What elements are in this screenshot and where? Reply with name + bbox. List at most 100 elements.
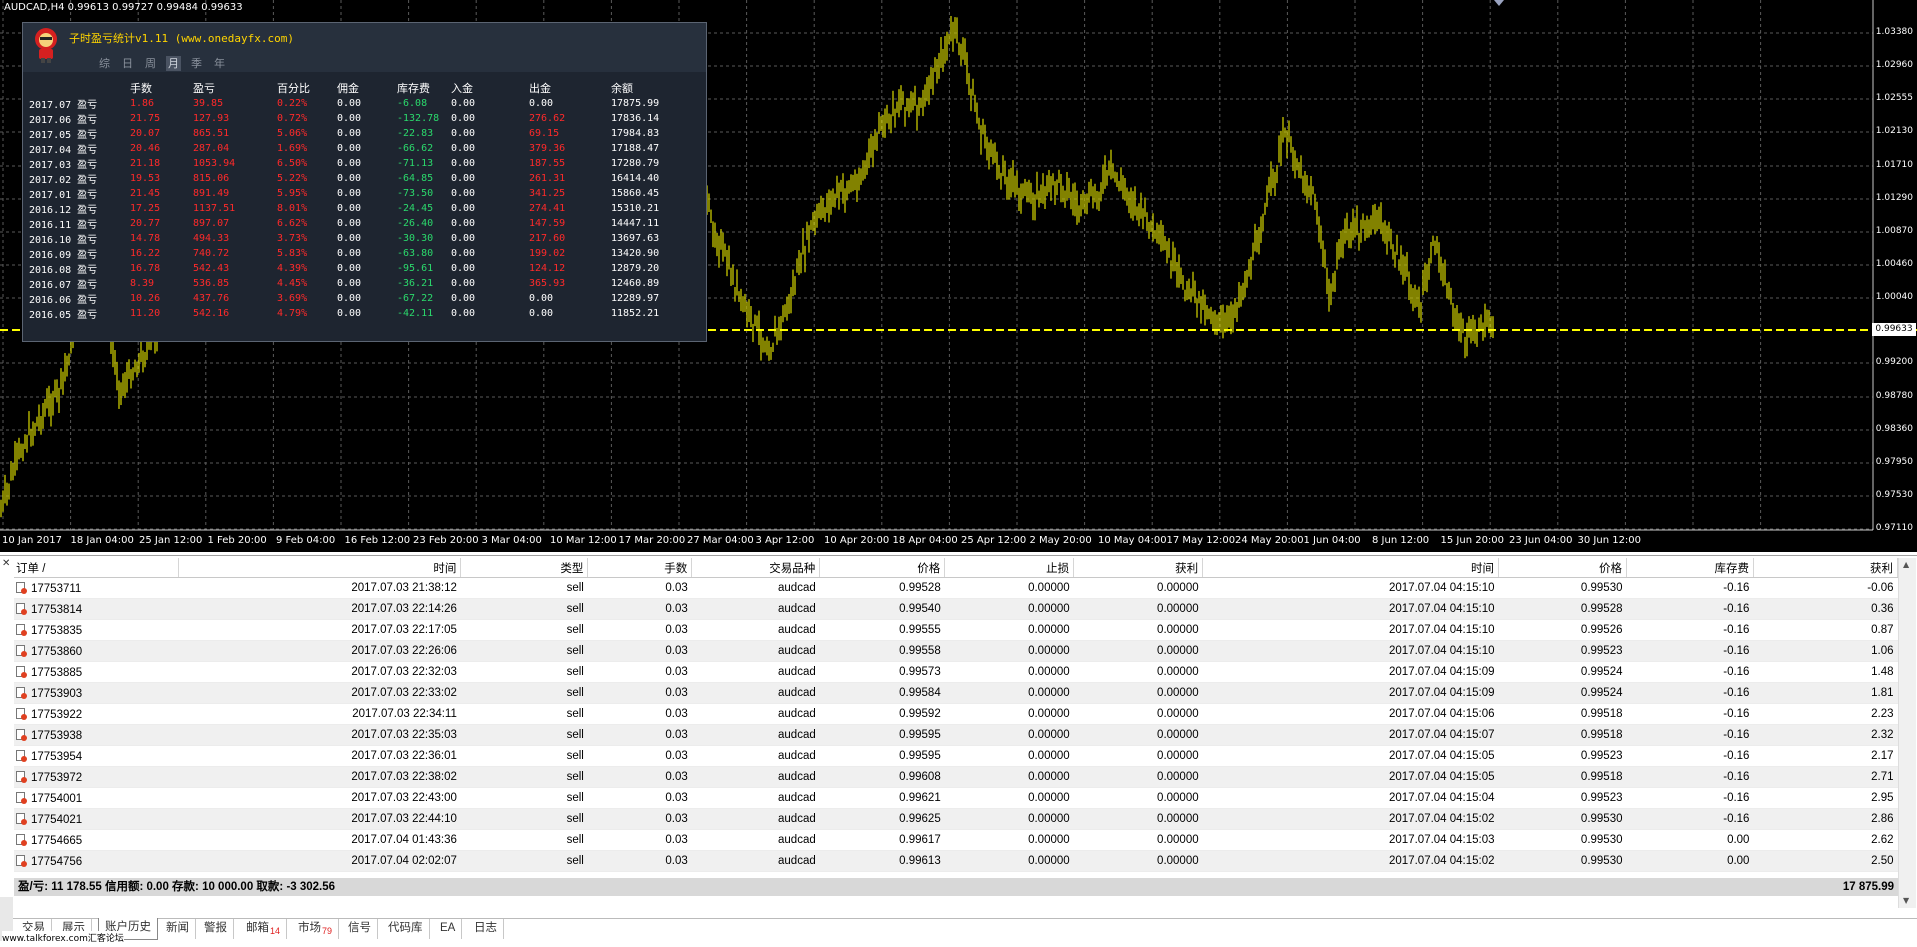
history-cell: 0.03	[587, 619, 692, 641]
period-tab[interactable]: 季	[189, 56, 204, 71]
price-axis-label: 0.99200	[1875, 357, 1913, 367]
stats-cell: 0.72%	[277, 113, 308, 124]
history-row[interactable]: 17753972 2017.07.03 22:38:02 sell 0.03 audca…	[14, 766, 1898, 788]
column-header[interactable]: 时间	[1202, 558, 1500, 578]
column-header[interactable]: 价格	[819, 558, 946, 578]
history-cell: 0.03	[587, 724, 692, 746]
period-tab[interactable]: 年	[212, 56, 227, 71]
history-row[interactable]: 17753922 2017.07.03 22:34:11 sell 0.03 audca…	[14, 703, 1898, 725]
history-cell: 0.00000	[1073, 682, 1203, 704]
stats-cell: 8.39	[130, 278, 155, 289]
history-row[interactable]: 17753835 2017.07.03 22:17:05 sell 0.03 audca…	[14, 619, 1898, 641]
history-cell: 0.00000	[1073, 577, 1203, 599]
terminal-tab[interactable]: 代码库	[382, 919, 430, 939]
column-header[interactable]: 止损	[944, 558, 1075, 578]
history-row[interactable]: 17754021 2017.07.03 22:44:10 sell 0.03 audca…	[14, 808, 1898, 830]
history-row[interactable]: 17753711 2017.07.03 21:38:12 sell 0.03 audca…	[14, 577, 1898, 599]
history-cell: 2017.07.04 04:15:07	[1202, 724, 1499, 746]
close-terminal-icon[interactable]: ✕	[2, 558, 10, 569]
column-header[interactable]: 获利	[1073, 558, 1204, 578]
scroll-down-icon[interactable]: ▼	[1903, 896, 1909, 905]
stats-cell: -71.13	[397, 158, 434, 169]
history-row[interactable]: 17754665 2017.07.04 01:43:36 sell 0.03 audca…	[14, 829, 1898, 851]
stats-row: 2016.07 盈亏 8.39 536.85 4.45% 0.00 -36.21 0.00 3…	[29, 276, 681, 291]
terminal-tab[interactable]: 市场79	[292, 919, 340, 939]
stats-cell: 0.00	[451, 293, 476, 304]
history-row[interactable]: 17753903 2017.07.03 22:33:02 sell 0.03 audca…	[14, 682, 1898, 704]
stats-cell: 5.95%	[277, 188, 308, 199]
column-header[interactable]: 价格	[1498, 558, 1627, 578]
history-cell: 0.99524	[1498, 682, 1627, 704]
history-cell: 0.00000	[944, 850, 1074, 872]
history-cell: 0.00	[1626, 850, 1754, 872]
history-cell: audcad	[691, 640, 820, 662]
column-header[interactable]: 库存费	[1626, 558, 1754, 578]
history-cell: 0.00000	[1073, 745, 1203, 767]
scroll-up-icon[interactable]: ▲	[1903, 560, 1909, 569]
stats-row: 2016.08 盈亏 16.78 542.43 4.39% 0.00 -95.61 0.00…	[29, 261, 681, 276]
price-axis-label: 1.01290	[1875, 193, 1913, 203]
stats-cell: -67.22	[397, 293, 434, 304]
stats-cell: 0.00	[337, 188, 362, 199]
period-tab[interactable]: 周	[143, 56, 158, 71]
price-axis-label: 1.00870	[1875, 226, 1913, 236]
stats-cell: 14.78	[130, 233, 161, 244]
stats-cell: 2017.02 盈亏	[29, 175, 98, 186]
terminal-tab[interactable]: 新闻	[160, 919, 196, 939]
period-tab[interactable]: 日	[120, 56, 135, 71]
period-tab[interactable]: 月	[166, 56, 181, 71]
history-row[interactable]: 17754756 2017.07.04 02:02:07 sell 0.03 audca…	[14, 850, 1898, 872]
column-header[interactable]: 手数	[587, 558, 693, 578]
price-axis-label: 1.00460	[1875, 259, 1913, 269]
terminal-tab[interactable]: 邮箱14	[240, 919, 288, 939]
price-chart[interactable]: AUDCAD,H4 0.99613 0.99727 0.99484 0.9963…	[0, 0, 1917, 552]
history-cell: 0.03	[587, 745, 692, 767]
terminal-tab[interactable]: 警报	[198, 919, 234, 939]
period-tab[interactable]: 综	[97, 56, 112, 71]
history-row[interactable]: 17754001 2017.07.03 22:43:00 sell 0.03 audca…	[14, 787, 1898, 809]
stats-cell: 261.31	[529, 173, 566, 184]
time-axis-label: 10 May 04:00	[1098, 535, 1167, 546]
time-axis-label: 10 Mar 12:00	[550, 535, 617, 546]
history-cell: 2017.07.03 22:32:03	[178, 661, 461, 683]
column-header[interactable]: 获利	[1753, 558, 1899, 578]
history-cell: 0.00000	[944, 745, 1074, 767]
scroll-marker-icon[interactable]	[1494, 0, 1504, 6]
terminal-tab[interactable]: 信号	[342, 919, 378, 939]
order-id: 17753711	[31, 582, 82, 595]
vertical-scrollbar[interactable]: ▲ ▼	[1898, 558, 1916, 908]
history-row[interactable]: 17753954 2017.07.03 22:36:01 sell 0.03 audca…	[14, 745, 1898, 767]
history-cell: 0.99595	[819, 724, 945, 746]
history-cell: 2017.07.03 22:36:01	[178, 745, 461, 767]
order-cell: 17753903	[14, 682, 179, 704]
terminal-tab[interactable]: EA	[434, 919, 463, 939]
time-axis-label: 8 Jun 12:00	[1372, 535, 1430, 546]
history-cell: 2017.07.04 04:15:10	[1202, 619, 1499, 641]
history-row[interactable]: 17753938 2017.07.03 22:35:03 sell 0.03 audca…	[14, 724, 1898, 746]
column-header[interactable]: 交易品种	[691, 558, 821, 578]
profit-stats-panel[interactable]: 子时盈亏统计v1.11 (www.onedayfx.com) 综日周月季年 手数…	[22, 22, 707, 342]
history-cell: 0.00000	[944, 640, 1074, 662]
history-cell: 0.36	[1753, 598, 1898, 620]
stats-cell: 217.60	[529, 233, 566, 244]
column-header[interactable]: 订单 /	[14, 558, 180, 578]
history-cell: 0.99595	[819, 745, 945, 767]
stats-cell: 0.00	[337, 278, 362, 289]
history-cell: 2017.07.04 04:15:10	[1202, 577, 1499, 599]
history-cell: 2017.07.04 04:15:10	[1202, 640, 1499, 662]
column-header[interactable]: 时间	[178, 558, 462, 578]
history-row[interactable]: 17753814 2017.07.03 22:14:26 sell 0.03 audca…	[14, 598, 1898, 620]
price-axis-label: 1.02555	[1875, 93, 1913, 103]
history-cell: -0.16	[1626, 577, 1754, 599]
order-id: 17754001	[31, 792, 83, 805]
order-cell: 17754001	[14, 787, 179, 809]
history-cell: 2017.07.03 22:33:02	[178, 682, 461, 704]
history-row[interactable]: 17753885 2017.07.03 22:32:03 sell 0.03 audca…	[14, 661, 1898, 683]
history-cell: -0.16	[1626, 766, 1754, 788]
history-cell: 0.03	[587, 787, 692, 809]
terminal-tab[interactable]: 日志	[468, 919, 504, 939]
stats-cell: 0.00	[451, 173, 476, 184]
time-axis-label: 30 Jun 12:00	[1577, 535, 1642, 546]
history-row[interactable]: 17753860 2017.07.03 22:26:06 sell 0.03 audca…	[14, 640, 1898, 662]
column-header[interactable]: 类型	[460, 558, 589, 578]
